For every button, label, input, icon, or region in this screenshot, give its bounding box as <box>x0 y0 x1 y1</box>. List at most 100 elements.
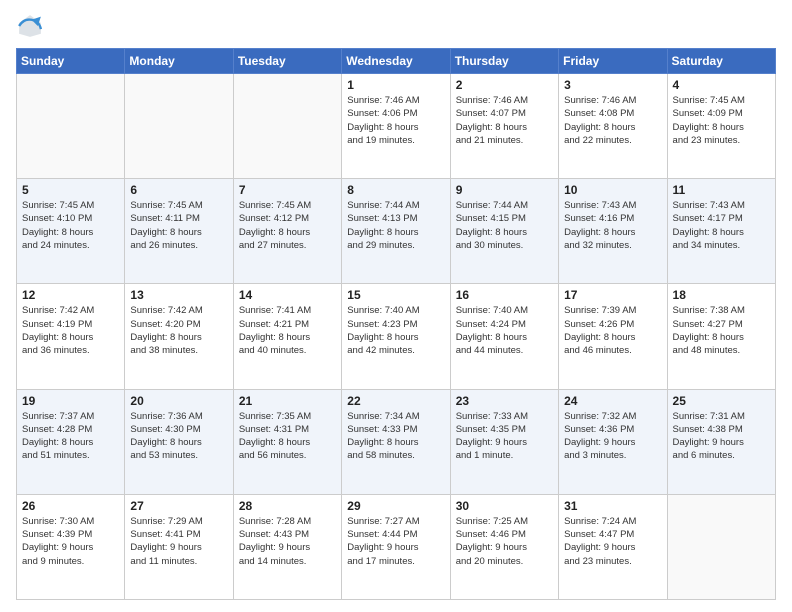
day-number: 18 <box>673 288 770 302</box>
day-info: Sunrise: 7:45 AM Sunset: 4:11 PM Dayligh… <box>130 199 227 252</box>
day-number: 11 <box>673 183 770 197</box>
calendar-cell: 15 Sunrise: 7:40 AM Sunset: 4:23 PM Dayli… <box>342 284 450 389</box>
day-number: 6 <box>130 183 227 197</box>
calendar-cell: 12 Sunrise: 7:42 AM Sunset: 4:19 PM Dayli… <box>17 284 125 389</box>
day-header-monday: Monday <box>125 49 233 74</box>
calendar-cell: 4 Sunrise: 7:45 AM Sunset: 4:09 PM Daylig… <box>667 74 775 179</box>
day-number: 27 <box>130 499 227 513</box>
day-info: Sunrise: 7:44 AM Sunset: 4:13 PM Dayligh… <box>347 199 444 252</box>
day-header-saturday: Saturday <box>667 49 775 74</box>
day-info: Sunrise: 7:45 AM Sunset: 4:09 PM Dayligh… <box>673 94 770 147</box>
calendar-cell: 1 Sunrise: 7:46 AM Sunset: 4:06 PM Daylig… <box>342 74 450 179</box>
day-info: Sunrise: 7:45 AM Sunset: 4:10 PM Dayligh… <box>22 199 119 252</box>
day-info: Sunrise: 7:36 AM Sunset: 4:30 PM Dayligh… <box>130 410 227 463</box>
day-info: Sunrise: 7:43 AM Sunset: 4:17 PM Dayligh… <box>673 199 770 252</box>
day-number: 2 <box>456 78 553 92</box>
header <box>16 12 776 40</box>
week-row-1: 1 Sunrise: 7:46 AM Sunset: 4:06 PM Daylig… <box>17 74 776 179</box>
day-info: Sunrise: 7:37 AM Sunset: 4:28 PM Dayligh… <box>22 410 119 463</box>
day-header-thursday: Thursday <box>450 49 558 74</box>
day-info: Sunrise: 7:45 AM Sunset: 4:12 PM Dayligh… <box>239 199 336 252</box>
day-number: 1 <box>347 78 444 92</box>
calendar-cell: 2 Sunrise: 7:46 AM Sunset: 4:07 PM Daylig… <box>450 74 558 179</box>
calendar-cell: 11 Sunrise: 7:43 AM Sunset: 4:17 PM Dayli… <box>667 179 775 284</box>
day-info: Sunrise: 7:32 AM Sunset: 4:36 PM Dayligh… <box>564 410 661 463</box>
day-info: Sunrise: 7:40 AM Sunset: 4:23 PM Dayligh… <box>347 304 444 357</box>
calendar-cell: 19 Sunrise: 7:37 AM Sunset: 4:28 PM Dayli… <box>17 389 125 494</box>
calendar-cell: 29 Sunrise: 7:27 AM Sunset: 4:44 PM Dayli… <box>342 494 450 599</box>
day-info: Sunrise: 7:30 AM Sunset: 4:39 PM Dayligh… <box>22 515 119 568</box>
day-number: 3 <box>564 78 661 92</box>
day-info: Sunrise: 7:25 AM Sunset: 4:46 PM Dayligh… <box>456 515 553 568</box>
day-number: 7 <box>239 183 336 197</box>
calendar-cell: 14 Sunrise: 7:41 AM Sunset: 4:21 PM Dayli… <box>233 284 341 389</box>
calendar-cell: 5Sunrise: 7:45 AM Sunset: 4:10 PM Daylig… <box>17 179 125 284</box>
day-info: Sunrise: 7:43 AM Sunset: 4:16 PM Dayligh… <box>564 199 661 252</box>
calendar-cell: 3 Sunrise: 7:46 AM Sunset: 4:08 PM Daylig… <box>559 74 667 179</box>
day-info: Sunrise: 7:29 AM Sunset: 4:41 PM Dayligh… <box>130 515 227 568</box>
day-header-friday: Friday <box>559 49 667 74</box>
logo-icon <box>16 12 44 40</box>
calendar-cell: 28Sunrise: 7:28 AM Sunset: 4:43 PM Dayli… <box>233 494 341 599</box>
day-number: 22 <box>347 394 444 408</box>
calendar-cell: 21Sunrise: 7:35 AM Sunset: 4:31 PM Dayli… <box>233 389 341 494</box>
calendar-cell: 6 Sunrise: 7:45 AM Sunset: 4:11 PM Daylig… <box>125 179 233 284</box>
day-info: Sunrise: 7:31 AM Sunset: 4:38 PM Dayligh… <box>673 410 770 463</box>
calendar-cell <box>17 74 125 179</box>
day-number: 21 <box>239 394 336 408</box>
day-number: 10 <box>564 183 661 197</box>
day-number: 28 <box>239 499 336 513</box>
day-info: Sunrise: 7:40 AM Sunset: 4:24 PM Dayligh… <box>456 304 553 357</box>
day-info: Sunrise: 7:34 AM Sunset: 4:33 PM Dayligh… <box>347 410 444 463</box>
page: SundayMondayTuesdayWednesdayThursdayFrid… <box>0 0 792 612</box>
header-row: SundayMondayTuesdayWednesdayThursdayFrid… <box>17 49 776 74</box>
calendar-cell: 9 Sunrise: 7:44 AM Sunset: 4:15 PM Daylig… <box>450 179 558 284</box>
calendar-cell: 16 Sunrise: 7:40 AM Sunset: 4:24 PM Dayli… <box>450 284 558 389</box>
calendar-cell: 25 Sunrise: 7:31 AM Sunset: 4:38 PM Dayli… <box>667 389 775 494</box>
day-number: 19 <box>22 394 119 408</box>
day-number: 8 <box>347 183 444 197</box>
calendar-cell: 7 Sunrise: 7:45 AM Sunset: 4:12 PM Daylig… <box>233 179 341 284</box>
day-number: 31 <box>564 499 661 513</box>
day-info: Sunrise: 7:44 AM Sunset: 4:15 PM Dayligh… <box>456 199 553 252</box>
day-info: Sunrise: 7:41 AM Sunset: 4:21 PM Dayligh… <box>239 304 336 357</box>
day-number: 17 <box>564 288 661 302</box>
day-number: 25 <box>673 394 770 408</box>
calendar-cell: 24 Sunrise: 7:32 AM Sunset: 4:36 PM Dayli… <box>559 389 667 494</box>
day-number: 24 <box>564 394 661 408</box>
calendar-cell: 20Sunrise: 7:36 AM Sunset: 4:30 PM Dayli… <box>125 389 233 494</box>
calendar-cell: 27 Sunrise: 7:29 AM Sunset: 4:41 PM Dayli… <box>125 494 233 599</box>
day-number: 16 <box>456 288 553 302</box>
day-info: Sunrise: 7:42 AM Sunset: 4:20 PM Dayligh… <box>130 304 227 357</box>
calendar-cell: 22 Sunrise: 7:34 AM Sunset: 4:33 PM Dayli… <box>342 389 450 494</box>
calendar-cell: 23 Sunrise: 7:33 AM Sunset: 4:35 PM Dayli… <box>450 389 558 494</box>
day-header-sunday: Sunday <box>17 49 125 74</box>
week-row-4: 19 Sunrise: 7:37 AM Sunset: 4:28 PM Dayli… <box>17 389 776 494</box>
calendar-cell: 13 Sunrise: 7:42 AM Sunset: 4:20 PM Dayli… <box>125 284 233 389</box>
day-info: Sunrise: 7:24 AM Sunset: 4:47 PM Dayligh… <box>564 515 661 568</box>
day-info: Sunrise: 7:46 AM Sunset: 4:07 PM Dayligh… <box>456 94 553 147</box>
day-info: Sunrise: 7:38 AM Sunset: 4:27 PM Dayligh… <box>673 304 770 357</box>
day-info: Sunrise: 7:39 AM Sunset: 4:26 PM Dayligh… <box>564 304 661 357</box>
logo <box>16 12 48 40</box>
day-number: 14 <box>239 288 336 302</box>
calendar-cell: 30Sunrise: 7:25 AM Sunset: 4:46 PM Dayli… <box>450 494 558 599</box>
day-number: 4 <box>673 78 770 92</box>
day-info: Sunrise: 7:27 AM Sunset: 4:44 PM Dayligh… <box>347 515 444 568</box>
day-number: 15 <box>347 288 444 302</box>
day-info: Sunrise: 7:46 AM Sunset: 4:06 PM Dayligh… <box>347 94 444 147</box>
day-number: 29 <box>347 499 444 513</box>
calendar-table: SundayMondayTuesdayWednesdayThursdayFrid… <box>16 48 776 600</box>
day-info: Sunrise: 7:46 AM Sunset: 4:08 PM Dayligh… <box>564 94 661 147</box>
day-info: Sunrise: 7:33 AM Sunset: 4:35 PM Dayligh… <box>456 410 553 463</box>
day-header-wednesday: Wednesday <box>342 49 450 74</box>
calendar-cell: 18 Sunrise: 7:38 AM Sunset: 4:27 PM Dayli… <box>667 284 775 389</box>
calendar-cell <box>233 74 341 179</box>
day-number: 12 <box>22 288 119 302</box>
day-number: 13 <box>130 288 227 302</box>
day-number: 23 <box>456 394 553 408</box>
week-row-3: 12 Sunrise: 7:42 AM Sunset: 4:19 PM Dayli… <box>17 284 776 389</box>
calendar-cell: 8 Sunrise: 7:44 AM Sunset: 4:13 PM Daylig… <box>342 179 450 284</box>
day-number: 9 <box>456 183 553 197</box>
day-info: Sunrise: 7:42 AM Sunset: 4:19 PM Dayligh… <box>22 304 119 357</box>
